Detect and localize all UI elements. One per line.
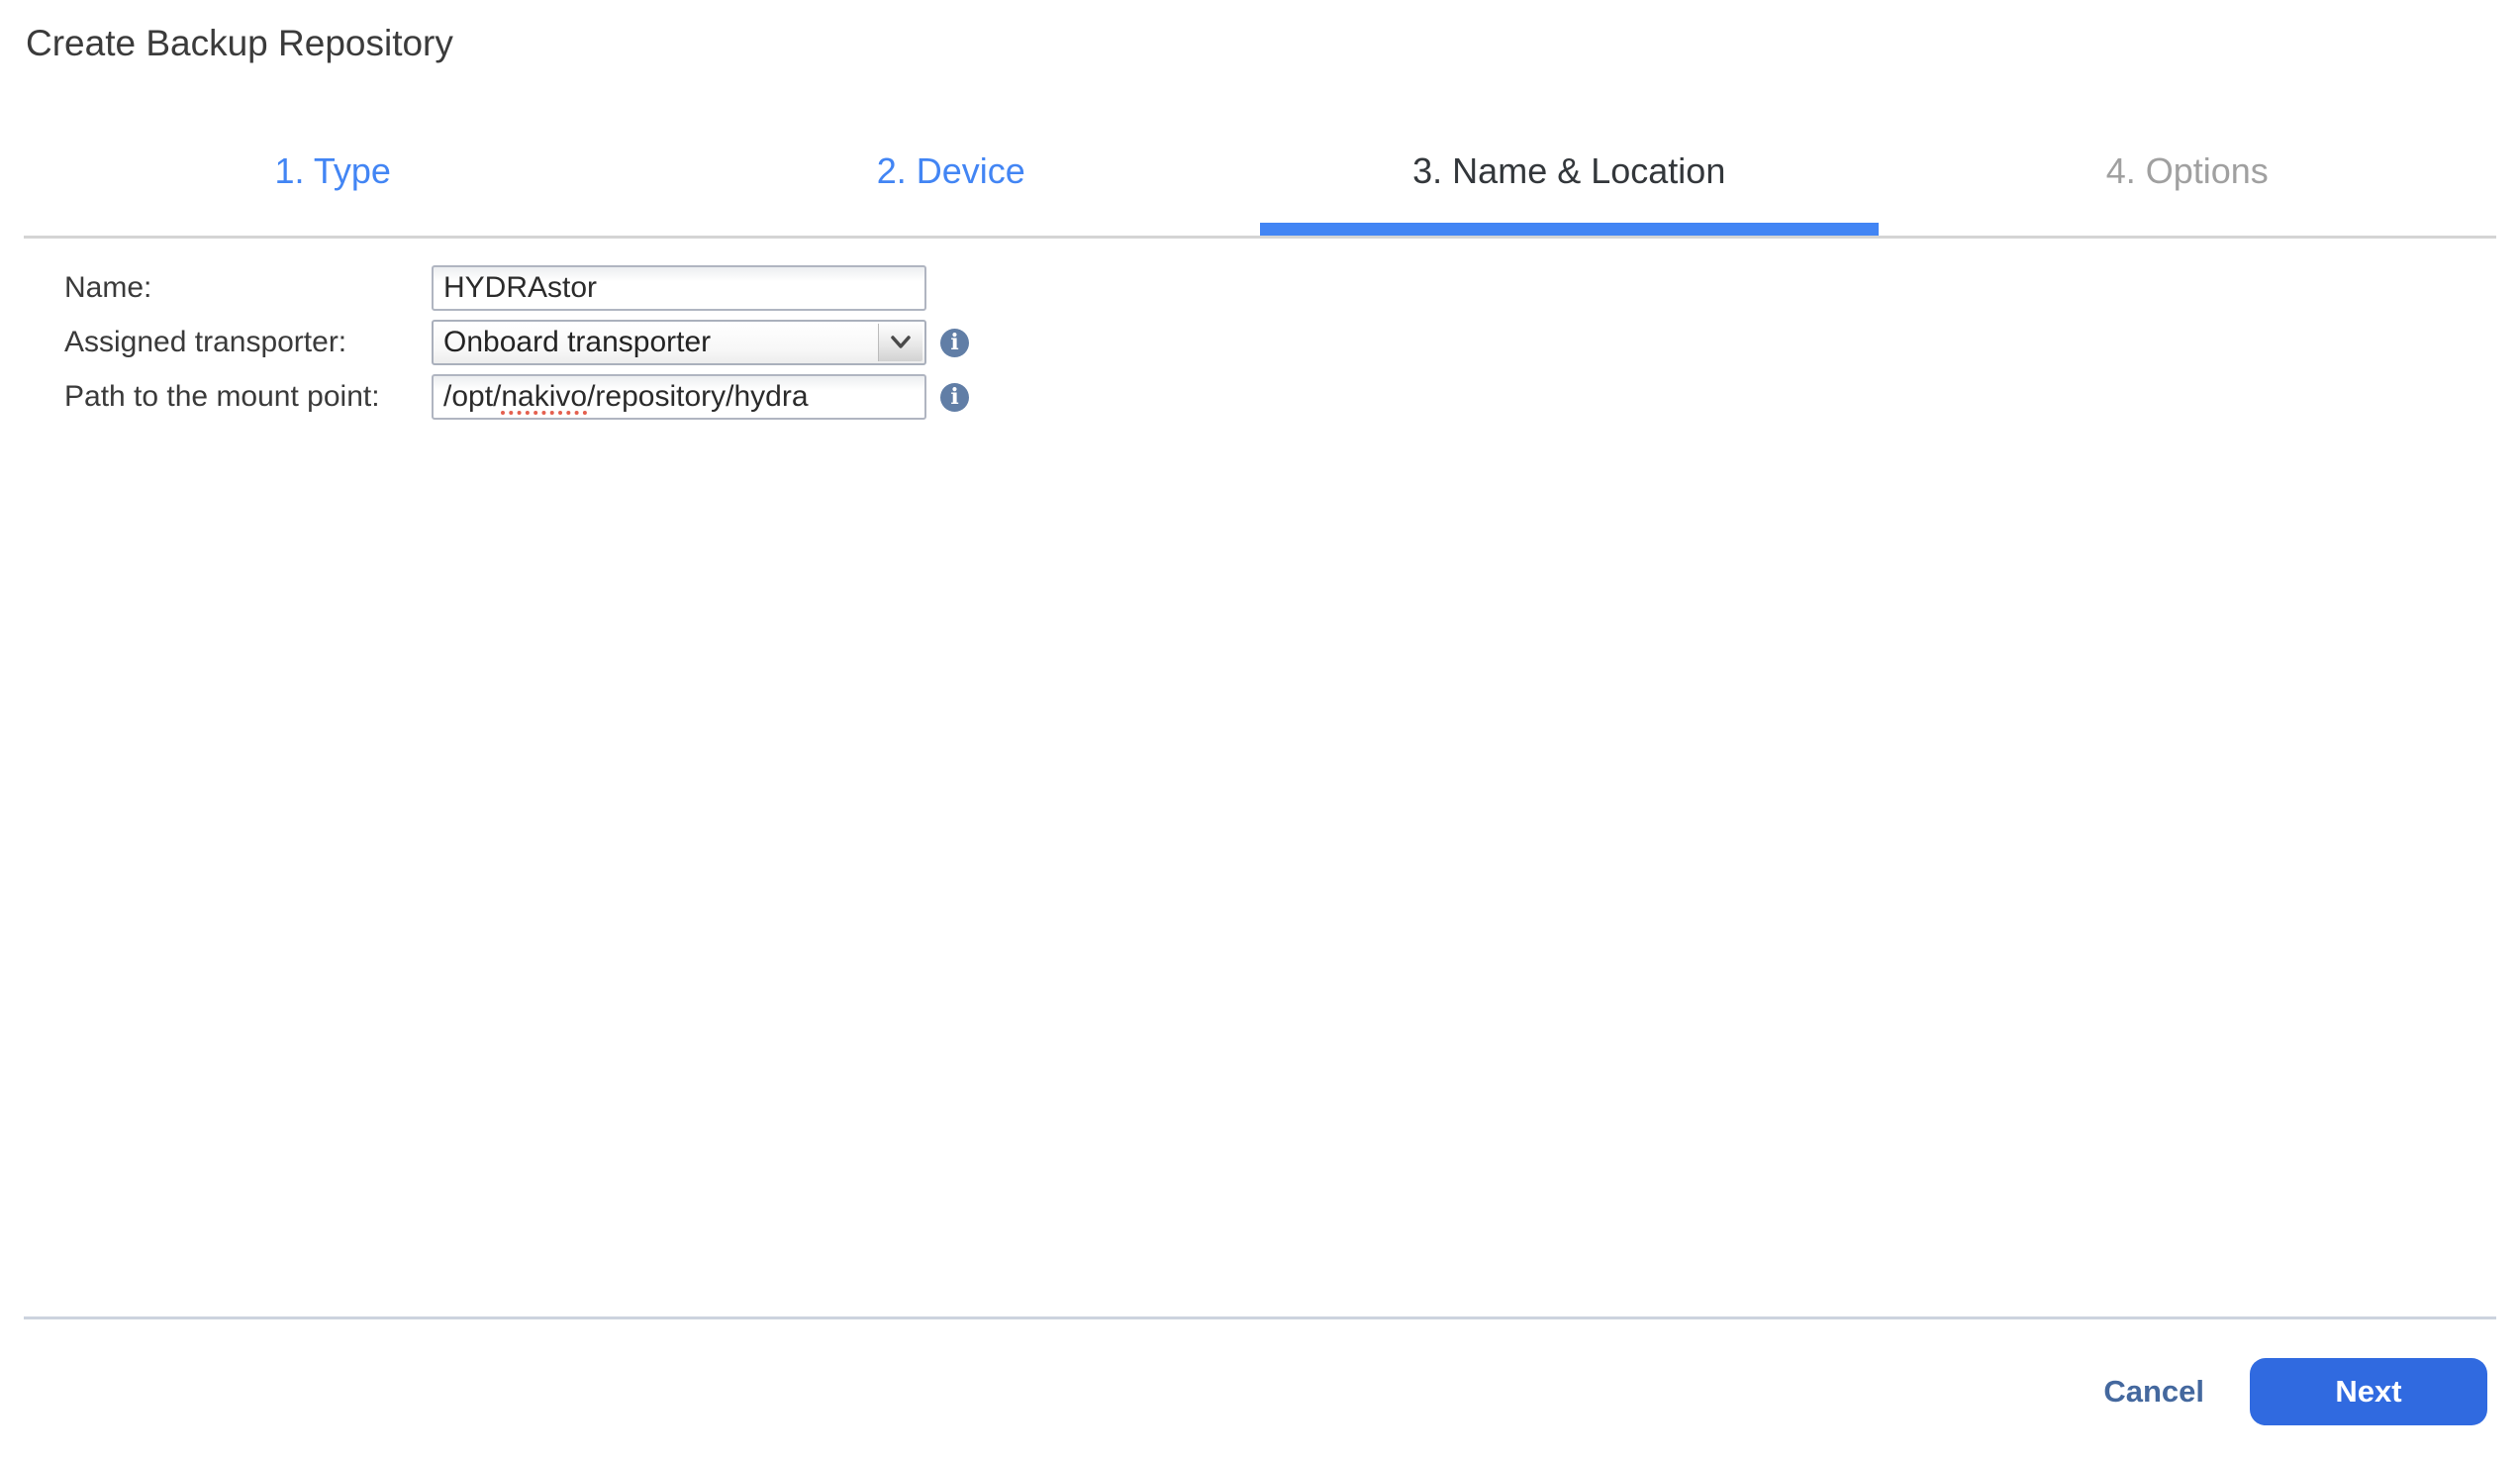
tab-step-device[interactable]: 2. Device bbox=[642, 119, 1261, 236]
chevron-down-icon[interactable] bbox=[878, 324, 922, 361]
path-info-icon[interactable]: i bbox=[940, 382, 969, 412]
transporter-select[interactable]: Onboard transporter bbox=[432, 320, 926, 365]
tab-step-name-location[interactable]: 3. Name & Location bbox=[1260, 119, 1879, 236]
transporter-info-icon[interactable]: i bbox=[940, 328, 969, 357]
path-segment: /repository/hydra bbox=[587, 380, 809, 413]
page-title: Create Backup Repository bbox=[26, 23, 453, 63]
path-segment-misspelled: nakivo bbox=[501, 380, 588, 413]
path-segment: /opt/ bbox=[443, 380, 502, 413]
footer-divider bbox=[24, 1316, 2496, 1319]
tab-step-options: 4. Options bbox=[2105, 150, 2269, 191]
name-input[interactable] bbox=[432, 265, 926, 311]
transporter-label: Assigned transporter: bbox=[64, 326, 347, 358]
name-label: Name: bbox=[64, 271, 152, 304]
cancel-button[interactable]: Cancel bbox=[2103, 1374, 2204, 1410]
form-row-transporter: Assigned transporter: Onboard transporte… bbox=[64, 320, 969, 365]
name-location-form: Name: Assigned transporter: Onboard tran… bbox=[64, 265, 969, 429]
next-button[interactable]: Next bbox=[2250, 1358, 2487, 1425]
transporter-selected-value: Onboard transporter bbox=[443, 326, 712, 358]
path-label: Path to the mount point: bbox=[64, 380, 380, 413]
wizard-steps-bar: 1. Type 2. Device 3. Name & Location 4. … bbox=[24, 119, 2496, 239]
footer-actions: Cancel Next bbox=[2103, 1358, 2487, 1425]
form-row-name: Name: bbox=[64, 265, 969, 311]
form-row-path: Path to the mount point: /opt/nakivo/rep… bbox=[64, 374, 969, 420]
path-input[interactable]: /opt/nakivo/repository/hydra bbox=[432, 374, 926, 420]
tab-step-type[interactable]: 1. Type bbox=[24, 119, 642, 236]
